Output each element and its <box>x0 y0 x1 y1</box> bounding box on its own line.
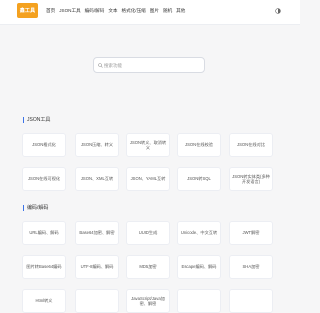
main-nav: 首页 JSON工具 编码/解码 文本 格式化/压缩 图片 随机 其他 <box>46 8 185 14</box>
nav-item-random[interactable]: 随机 <box>163 8 172 14</box>
tool-card[interactable]: JSON转SQL <box>177 167 221 191</box>
nav-item-text[interactable]: 文本 <box>108 8 117 14</box>
site-logo[interactable]: 鑫工具 <box>17 3 38 18</box>
tool-card[interactable]: JSON、YAML互转 <box>126 167 170 191</box>
tool-card[interactable] <box>229 289 273 313</box>
search-icon <box>98 62 103 68</box>
tool-card[interactable]: JSON转实体类(多种开发语言) <box>229 167 273 191</box>
theme-toggle-icon[interactable] <box>275 8 281 14</box>
tool-card[interactable]: JavaScript/Java加密、解密 <box>126 289 170 313</box>
tool-card[interactable]: UUID生成 <box>126 221 170 245</box>
tool-card[interactable]: URL编码、解码 <box>22 221 66 245</box>
nav-item-format-compress[interactable]: 格式化/压缩 <box>122 8 146 14</box>
tool-card[interactable]: SHA加密 <box>229 255 273 279</box>
nav-item-images[interactable]: 图片 <box>150 8 159 14</box>
nav-item-home[interactable]: 首页 <box>46 8 55 14</box>
nav-item-json-tools[interactable]: JSON工具 <box>59 8 80 14</box>
tool-card[interactable]: JSON压缩、转义 <box>75 133 119 157</box>
tool-card[interactable]: 图片转Base64编码 <box>22 255 66 279</box>
tool-card[interactable]: Html转义 <box>22 289 66 313</box>
tool-card[interactable] <box>75 289 119 313</box>
tool-card[interactable]: UTF-8编码、解码 <box>75 255 119 279</box>
top-navigation-bar: 鑫工具 首页 JSON工具 编码/解码 文本 格式化/压缩 图片 随机 其他 <box>0 0 300 25</box>
tool-card[interactable]: JWT解密 <box>229 221 273 245</box>
tool-card[interactable]: JSON转义、取消转义 <box>126 133 170 157</box>
tool-card[interactable]: JSON、XML互转 <box>75 167 119 191</box>
tool-card[interactable]: JSON在线可视化 <box>22 167 66 191</box>
section-title-json-tools: JSON工具 <box>23 117 50 123</box>
tool-card[interactable]: JSON在线对比 <box>229 133 273 157</box>
tool-card[interactable] <box>177 289 221 313</box>
tool-card[interactable]: Escape编码、解码 <box>177 255 221 279</box>
section-title-encode-decode: 编码/解码 <box>23 205 48 211</box>
tool-card[interactable]: MD5加密 <box>126 255 170 279</box>
tool-card[interactable]: JSON在线校验 <box>177 133 221 157</box>
nav-item-encode-decode[interactable]: 编码/解码 <box>85 8 105 14</box>
nav-item-other[interactable]: 其他 <box>176 8 185 14</box>
tool-card[interactable]: Unicode、中文互转 <box>177 221 221 245</box>
tool-card[interactable]: Base64加密、解密 <box>75 221 119 245</box>
search-box <box>93 57 205 73</box>
tool-card[interactable]: JSON格式化 <box>22 133 66 157</box>
search-input[interactable] <box>104 62 200 68</box>
